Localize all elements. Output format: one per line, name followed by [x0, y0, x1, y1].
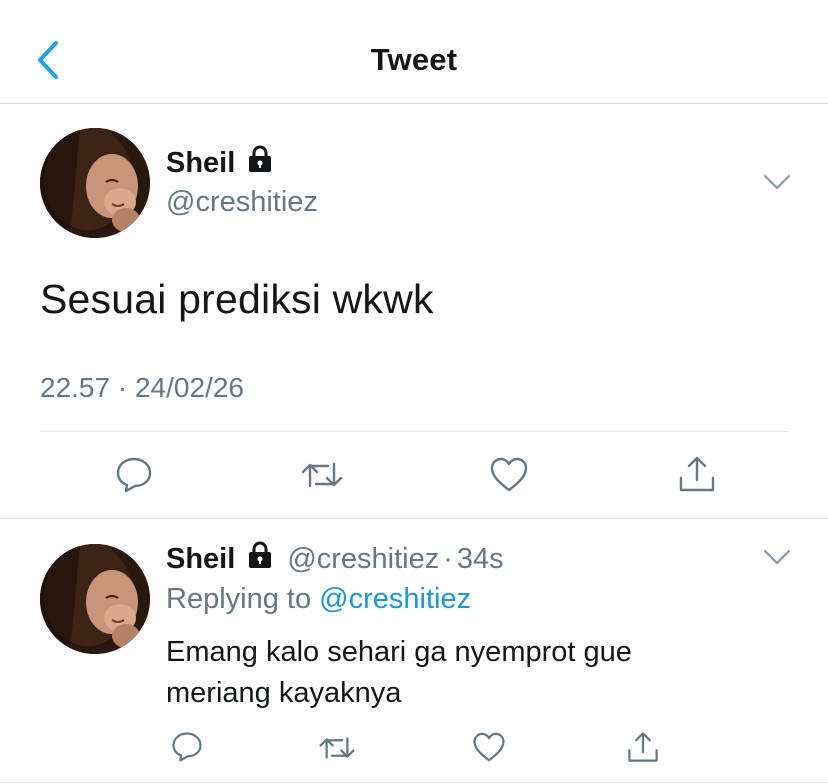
reply-age: 34s [456, 542, 504, 575]
retweet-icon [319, 737, 355, 759]
chevron-down-icon [763, 174, 791, 190]
replying-handle-link[interactable]: @creshitiez [319, 583, 471, 615]
author-name-label: Sheil [166, 146, 236, 179]
author-handle[interactable]: @creshitiez [166, 186, 318, 219]
navigation-bar: Tweet [0, 0, 828, 104]
tweet-date: 24/02/26 [134, 372, 244, 403]
reply-icon [116, 457, 152, 493]
bottom-divider [0, 782, 828, 783]
reply-text: Emang kalo sehari ga nyemprot gue merian… [166, 632, 766, 714]
tweet-time: 22.57 [40, 372, 111, 403]
lock-icon [245, 540, 275, 578]
author-name[interactable]: Sheil [166, 144, 275, 182]
share-icon [628, 732, 658, 762]
retweet-button[interactable] [300, 458, 344, 492]
tweet-text: Sesuai prediksi wkwk [40, 276, 434, 322]
reply-header: Sheil @creshitiez · 34s [166, 540, 504, 578]
like-icon [490, 457, 528, 492]
avatar-photo [40, 544, 150, 654]
reply-options-button[interactable] [763, 548, 791, 566]
reply-text-line: Emang kalo sehari ga nyemprot gue [166, 636, 632, 668]
chevron-down-icon [763, 549, 791, 565]
replying-prefix: Replying to [166, 583, 312, 615]
avatar-photo [40, 128, 150, 238]
tweet-timestamp: 22.57 · 24/02/26 [40, 372, 244, 404]
retweet-icon [301, 462, 343, 488]
reply-button[interactable] [114, 456, 154, 494]
page-title: Tweet [370, 42, 458, 77]
reply-separator: · [443, 542, 453, 575]
tweet-options-button[interactable] [763, 173, 791, 191]
meta-separator: · [117, 372, 128, 403]
divider [40, 431, 788, 432]
share-button[interactable] [677, 454, 717, 494]
reply-author-handle[interactable]: @creshitiez [287, 543, 439, 576]
reply-like-button[interactable] [472, 732, 506, 763]
lock-icon [245, 144, 275, 182]
reply-retweet-button[interactable] [318, 733, 356, 763]
reply-author-name[interactable]: Sheil [166, 543, 235, 576]
reply-icon [172, 732, 202, 762]
replying-to: Replying to @creshitiez [166, 583, 471, 616]
like-button[interactable] [489, 457, 529, 493]
share-icon [679, 456, 715, 492]
reply-share-button[interactable] [626, 730, 660, 764]
like-icon [473, 732, 505, 762]
reply-avatar[interactable] [40, 544, 150, 654]
avatar[interactable] [40, 128, 150, 238]
section-divider [0, 518, 828, 519]
reply-text-line: meriang kayaknya [166, 677, 402, 709]
reply-reply-button[interactable] [170, 731, 204, 763]
